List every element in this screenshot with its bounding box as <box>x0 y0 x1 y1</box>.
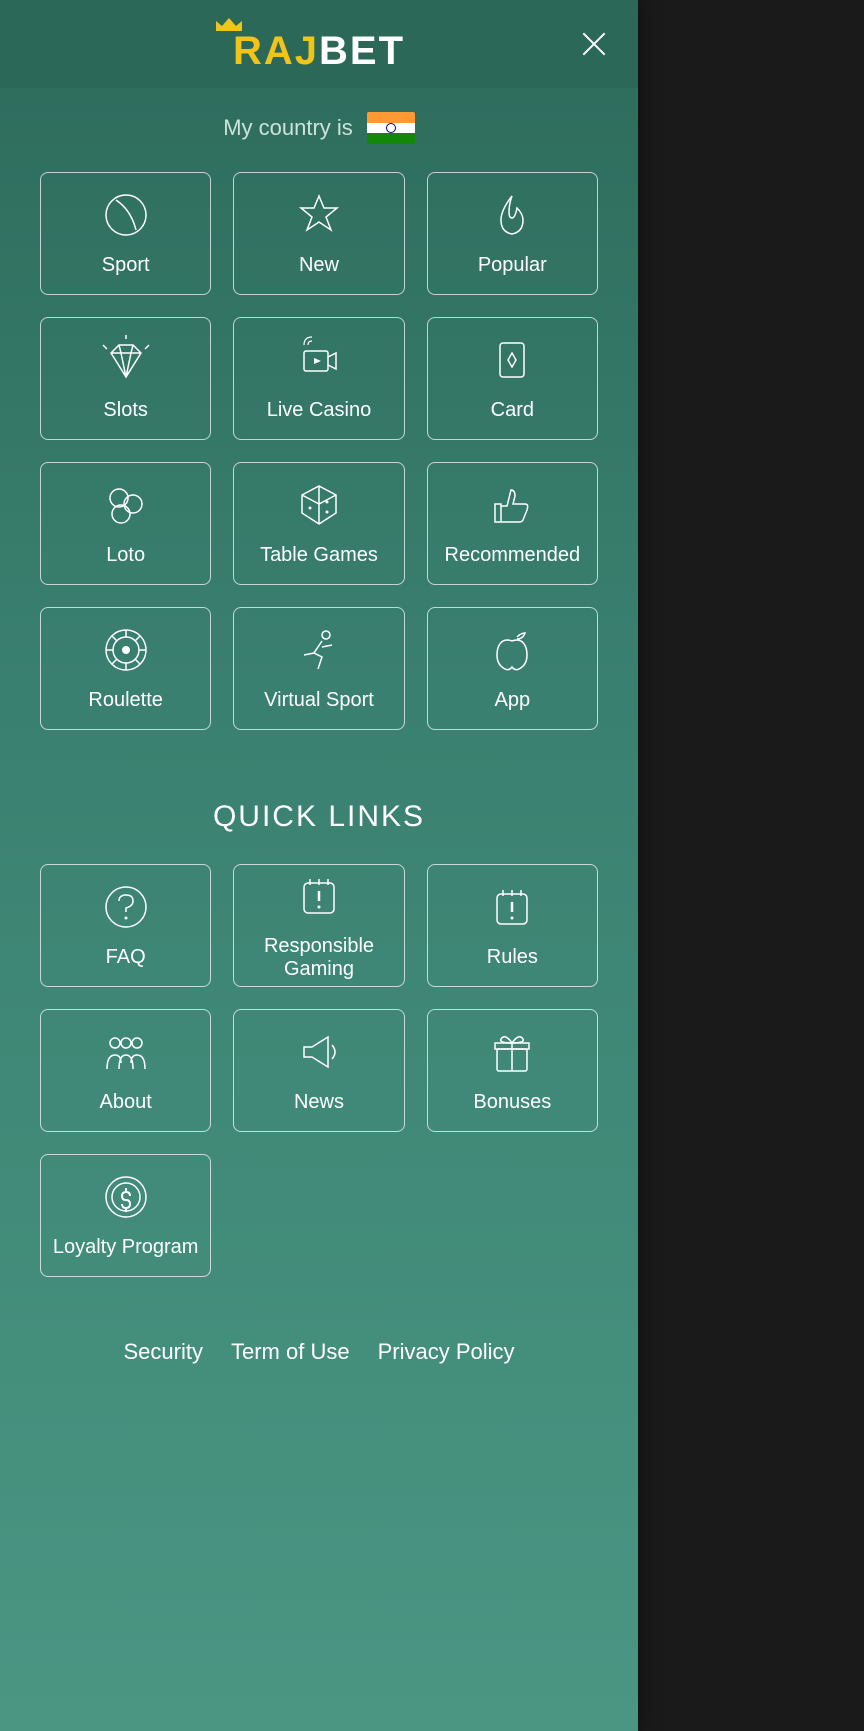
quick-links-title: QUICK LINKS <box>0 800 638 834</box>
category-label: Live Casino <box>261 399 378 422</box>
footer-link-term-of-use[interactable]: Term of Use <box>231 1339 350 1365</box>
category-label: Virtual Sport <box>258 689 380 712</box>
dice-icon <box>294 480 344 530</box>
megaphone-icon <box>294 1027 344 1077</box>
category-tile-app[interactable]: App <box>427 607 598 730</box>
category-tile-live-casino[interactable]: Live Casino <box>233 317 404 440</box>
category-grid: Sport New Popular Slots Live Casino Card Loto T… <box>0 154 638 730</box>
category-label: New <box>293 254 345 277</box>
quicklink-label: FAQ <box>100 946 152 969</box>
country-selector[interactable]: My country is <box>0 88 638 154</box>
flame-icon <box>487 190 537 240</box>
category-tile-virtual-sport[interactable]: Virtual Sport <box>233 607 404 730</box>
category-label: App <box>489 689 537 712</box>
loto-balls-icon <box>101 480 151 530</box>
quicklink-tile-faq[interactable]: FAQ <box>40 864 211 987</box>
quicklink-tile-rules[interactable]: Rules <box>427 864 598 987</box>
header: RAJBET <box>0 0 638 88</box>
category-label: Sport <box>96 254 156 277</box>
flag-india <box>367 112 415 144</box>
quicklink-label: Bonuses <box>467 1091 557 1114</box>
menu-panel: RAJBET My country is Sport New Popular Slot… <box>0 0 638 1731</box>
question-icon <box>101 882 151 932</box>
quicklink-tile-bonuses[interactable]: Bonuses <box>427 1009 598 1132</box>
country-label: My country is <box>223 115 353 141</box>
category-label: Popular <box>472 254 553 277</box>
apple-icon <box>487 625 537 675</box>
category-label: Recommended <box>439 544 587 567</box>
category-tile-table-games[interactable]: Table Games <box>233 462 404 585</box>
category-tile-recommended[interactable]: Recommended <box>427 462 598 585</box>
calendar-alert-icon <box>294 871 344 921</box>
star-icon <box>294 190 344 240</box>
coin-icon <box>101 1172 151 1222</box>
category-label: Table Games <box>254 544 384 567</box>
gift-icon <box>487 1027 537 1077</box>
people-icon <box>101 1027 151 1077</box>
quicklink-tile-responsible-gaming[interactable]: Responsible Gaming <box>233 864 404 987</box>
runner-icon <box>294 625 344 675</box>
category-label: Slots <box>97 399 153 422</box>
footer-link-privacy-policy[interactable]: Privacy Policy <box>378 1339 515 1365</box>
quick-links-grid: FAQ Responsible Gaming Rules About News Bonus… <box>0 864 638 1277</box>
category-tile-slots[interactable]: Slots <box>40 317 211 440</box>
category-label: Card <box>485 399 540 422</box>
quicklink-tile-news[interactable]: News <box>233 1009 404 1132</box>
quicklink-tile-about[interactable]: About <box>40 1009 211 1132</box>
live-camera-icon <box>294 335 344 385</box>
logo-bet: BET <box>319 29 405 74</box>
category-tile-sport[interactable]: Sport <box>40 172 211 295</box>
thumbs-up-icon <box>487 480 537 530</box>
card-icon <box>487 335 537 385</box>
quicklink-label: Loyalty Program <box>47 1236 205 1259</box>
category-tile-new[interactable]: New <box>233 172 404 295</box>
category-label: Loto <box>100 544 151 567</box>
quicklink-label: Rules <box>481 946 544 969</box>
logo[interactable]: RAJBET <box>233 15 405 74</box>
footer-link-security[interactable]: Security <box>124 1339 203 1365</box>
quicklink-label: News <box>288 1091 350 1114</box>
roulette-icon <box>101 625 151 675</box>
close-icon <box>578 28 610 60</box>
quicklink-tile-loyalty-program[interactable]: Loyalty Program <box>40 1154 211 1277</box>
footer-links: Security Term of Use Privacy Policy <box>0 1339 638 1365</box>
quicklink-label: About <box>94 1091 158 1114</box>
category-tile-roulette[interactable]: Roulette <box>40 607 211 730</box>
ball-icon <box>101 190 151 240</box>
quicklink-label: Responsible Gaming <box>234 935 403 981</box>
logo-raj: RAJ <box>233 29 319 74</box>
close-button[interactable] <box>578 28 610 60</box>
diamond-icon <box>101 335 151 385</box>
calendar-alert-icon <box>487 882 537 932</box>
category-label: Roulette <box>82 689 169 712</box>
category-tile-card[interactable]: Card <box>427 317 598 440</box>
category-tile-popular[interactable]: Popular <box>427 172 598 295</box>
category-tile-loto[interactable]: Loto <box>40 462 211 585</box>
